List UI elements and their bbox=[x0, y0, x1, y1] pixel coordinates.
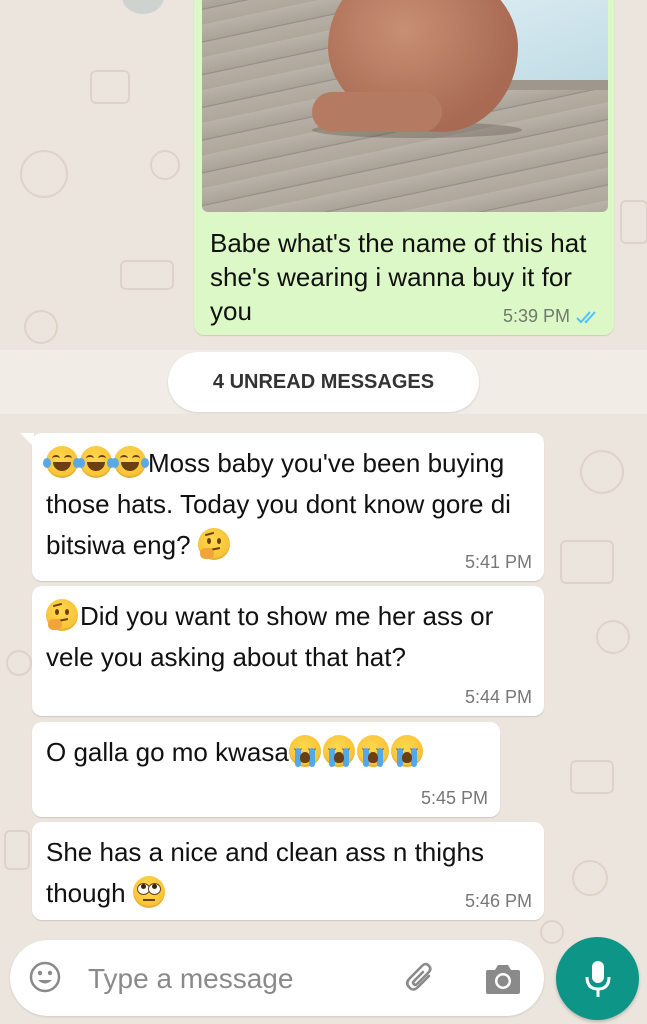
outgoing-message-bubble[interactable]: Babe what's the name of this hat she's w… bbox=[194, 0, 614, 335]
message-text: O galla go mo kwasa bbox=[46, 737, 289, 767]
face-with-tears-of-joy-icon bbox=[111, 446, 149, 478]
message-time: 5:44 PM bbox=[464, 687, 532, 707]
loudly-crying-face-icon bbox=[288, 735, 321, 767]
face-with-tears-of-joy-icon bbox=[43, 446, 81, 478]
message-text: Did you want to show me her ass or vele … bbox=[46, 601, 494, 672]
camera-icon[interactable] bbox=[484, 962, 522, 996]
face-with-rolling-eyes-icon bbox=[132, 876, 165, 908]
message-time: 5:39 PM bbox=[502, 306, 570, 326]
microphone-icon bbox=[585, 961, 611, 997]
loudly-crying-face-icon bbox=[390, 735, 423, 767]
incoming-message-bubble[interactable]: She has a nice and clean ass n thighs th… bbox=[32, 822, 544, 920]
paperclip-icon[interactable] bbox=[402, 960, 440, 998]
unread-messages-label: 4 UNREAD MESSAGES bbox=[168, 352, 479, 412]
smiley-icon[interactable] bbox=[28, 960, 62, 994]
thinking-face-icon bbox=[197, 528, 230, 560]
incoming-message-bubble[interactable]: O galla go mo kwasa 5:45 PM bbox=[32, 722, 500, 817]
message-time: 5:45 PM bbox=[420, 788, 488, 808]
message-time: 5:46 PM bbox=[464, 891, 532, 911]
thinking-face-icon bbox=[46, 599, 78, 631]
loudly-crying-face-icon bbox=[356, 735, 389, 767]
voice-message-button[interactable] bbox=[556, 937, 639, 1020]
message-text: She has a nice and clean ass n thighs th… bbox=[46, 837, 484, 908]
message-time: 5:41 PM bbox=[464, 552, 532, 572]
incoming-message-bubble[interactable]: Moss baby you've been buying those hats.… bbox=[20, 433, 544, 581]
message-input[interactable] bbox=[86, 958, 370, 1000]
shared-photo[interactable] bbox=[202, 0, 608, 212]
face-with-tears-of-joy-icon bbox=[77, 446, 115, 478]
double-check-read-icon bbox=[576, 310, 596, 323]
incoming-message-bubble[interactable]: Did you want to show me her ass or vele … bbox=[32, 586, 544, 716]
message-composer bbox=[10, 940, 544, 1016]
loudly-crying-face-icon bbox=[322, 735, 355, 767]
